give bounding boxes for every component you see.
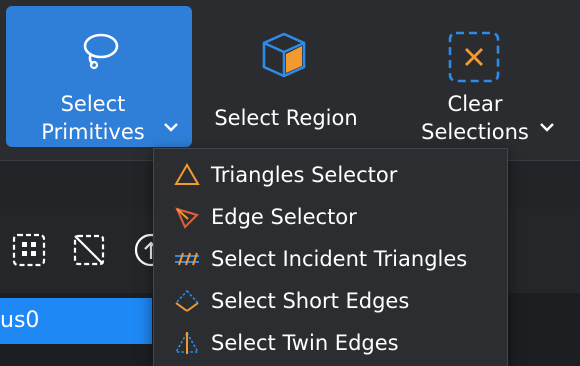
list-item-selected[interactable]: us0 [0, 298, 152, 344]
clear-selections-button[interactable]: Clear Selections [400, 6, 570, 147]
select-all-icon[interactable] [12, 233, 46, 267]
select-primitives-label-line2: Primitives [41, 120, 145, 144]
menu-item-label: Select Twin Edges [211, 331, 399, 355]
menu-item-edge-selector[interactable]: Edge Selector [154, 196, 507, 238]
deselect-icon[interactable] [72, 233, 106, 267]
select-primitives-dropdown-menu: Triangles Selector Edge Selector Select … [153, 148, 508, 366]
select-primitives-button[interactable]: Select Primitives [6, 6, 192, 147]
twin-edges-icon [174, 331, 200, 354]
clear-selections-label-line1: Clear [447, 92, 503, 116]
menu-item-triangles-selector[interactable]: Triangles Selector [154, 154, 507, 196]
menu-item-label: Triangles Selector [211, 163, 398, 187]
menu-item-select-short-edges[interactable]: Select Short Edges [154, 280, 507, 322]
lasso-icon [83, 33, 119, 70]
menu-item-select-incident-triangles[interactable]: Select Incident Triangles [154, 238, 507, 280]
menu-item-label: Select Short Edges [211, 289, 410, 313]
select-primitives-label-line1: Select [60, 92, 126, 116]
edge-arrow-icon [175, 207, 199, 229]
incident-triangles-icon [175, 252, 199, 266]
clear-selections-label-line2: Selections [421, 120, 529, 144]
select-region-label: Select Region [214, 106, 358, 130]
menu-item-select-twin-edges[interactable]: Select Twin Edges [154, 322, 507, 364]
menu-item-label: Edge Selector [211, 205, 357, 229]
menu-item-label: Select Incident Triangles [211, 247, 468, 271]
triangle-icon [174, 163, 200, 185]
cube-icon [262, 32, 306, 78]
ribbon-toolbar: Select Primitives Select Region Clear Se… [0, 0, 580, 161]
list-item-label: us0 [0, 308, 40, 333]
short-edges-icon [174, 289, 200, 312]
chevron-down-icon[interactable] [539, 121, 555, 133]
clear-x-icon [448, 31, 500, 83]
chevron-down-icon[interactable] [163, 121, 179, 133]
select-region-button[interactable]: Select Region [200, 6, 372, 147]
